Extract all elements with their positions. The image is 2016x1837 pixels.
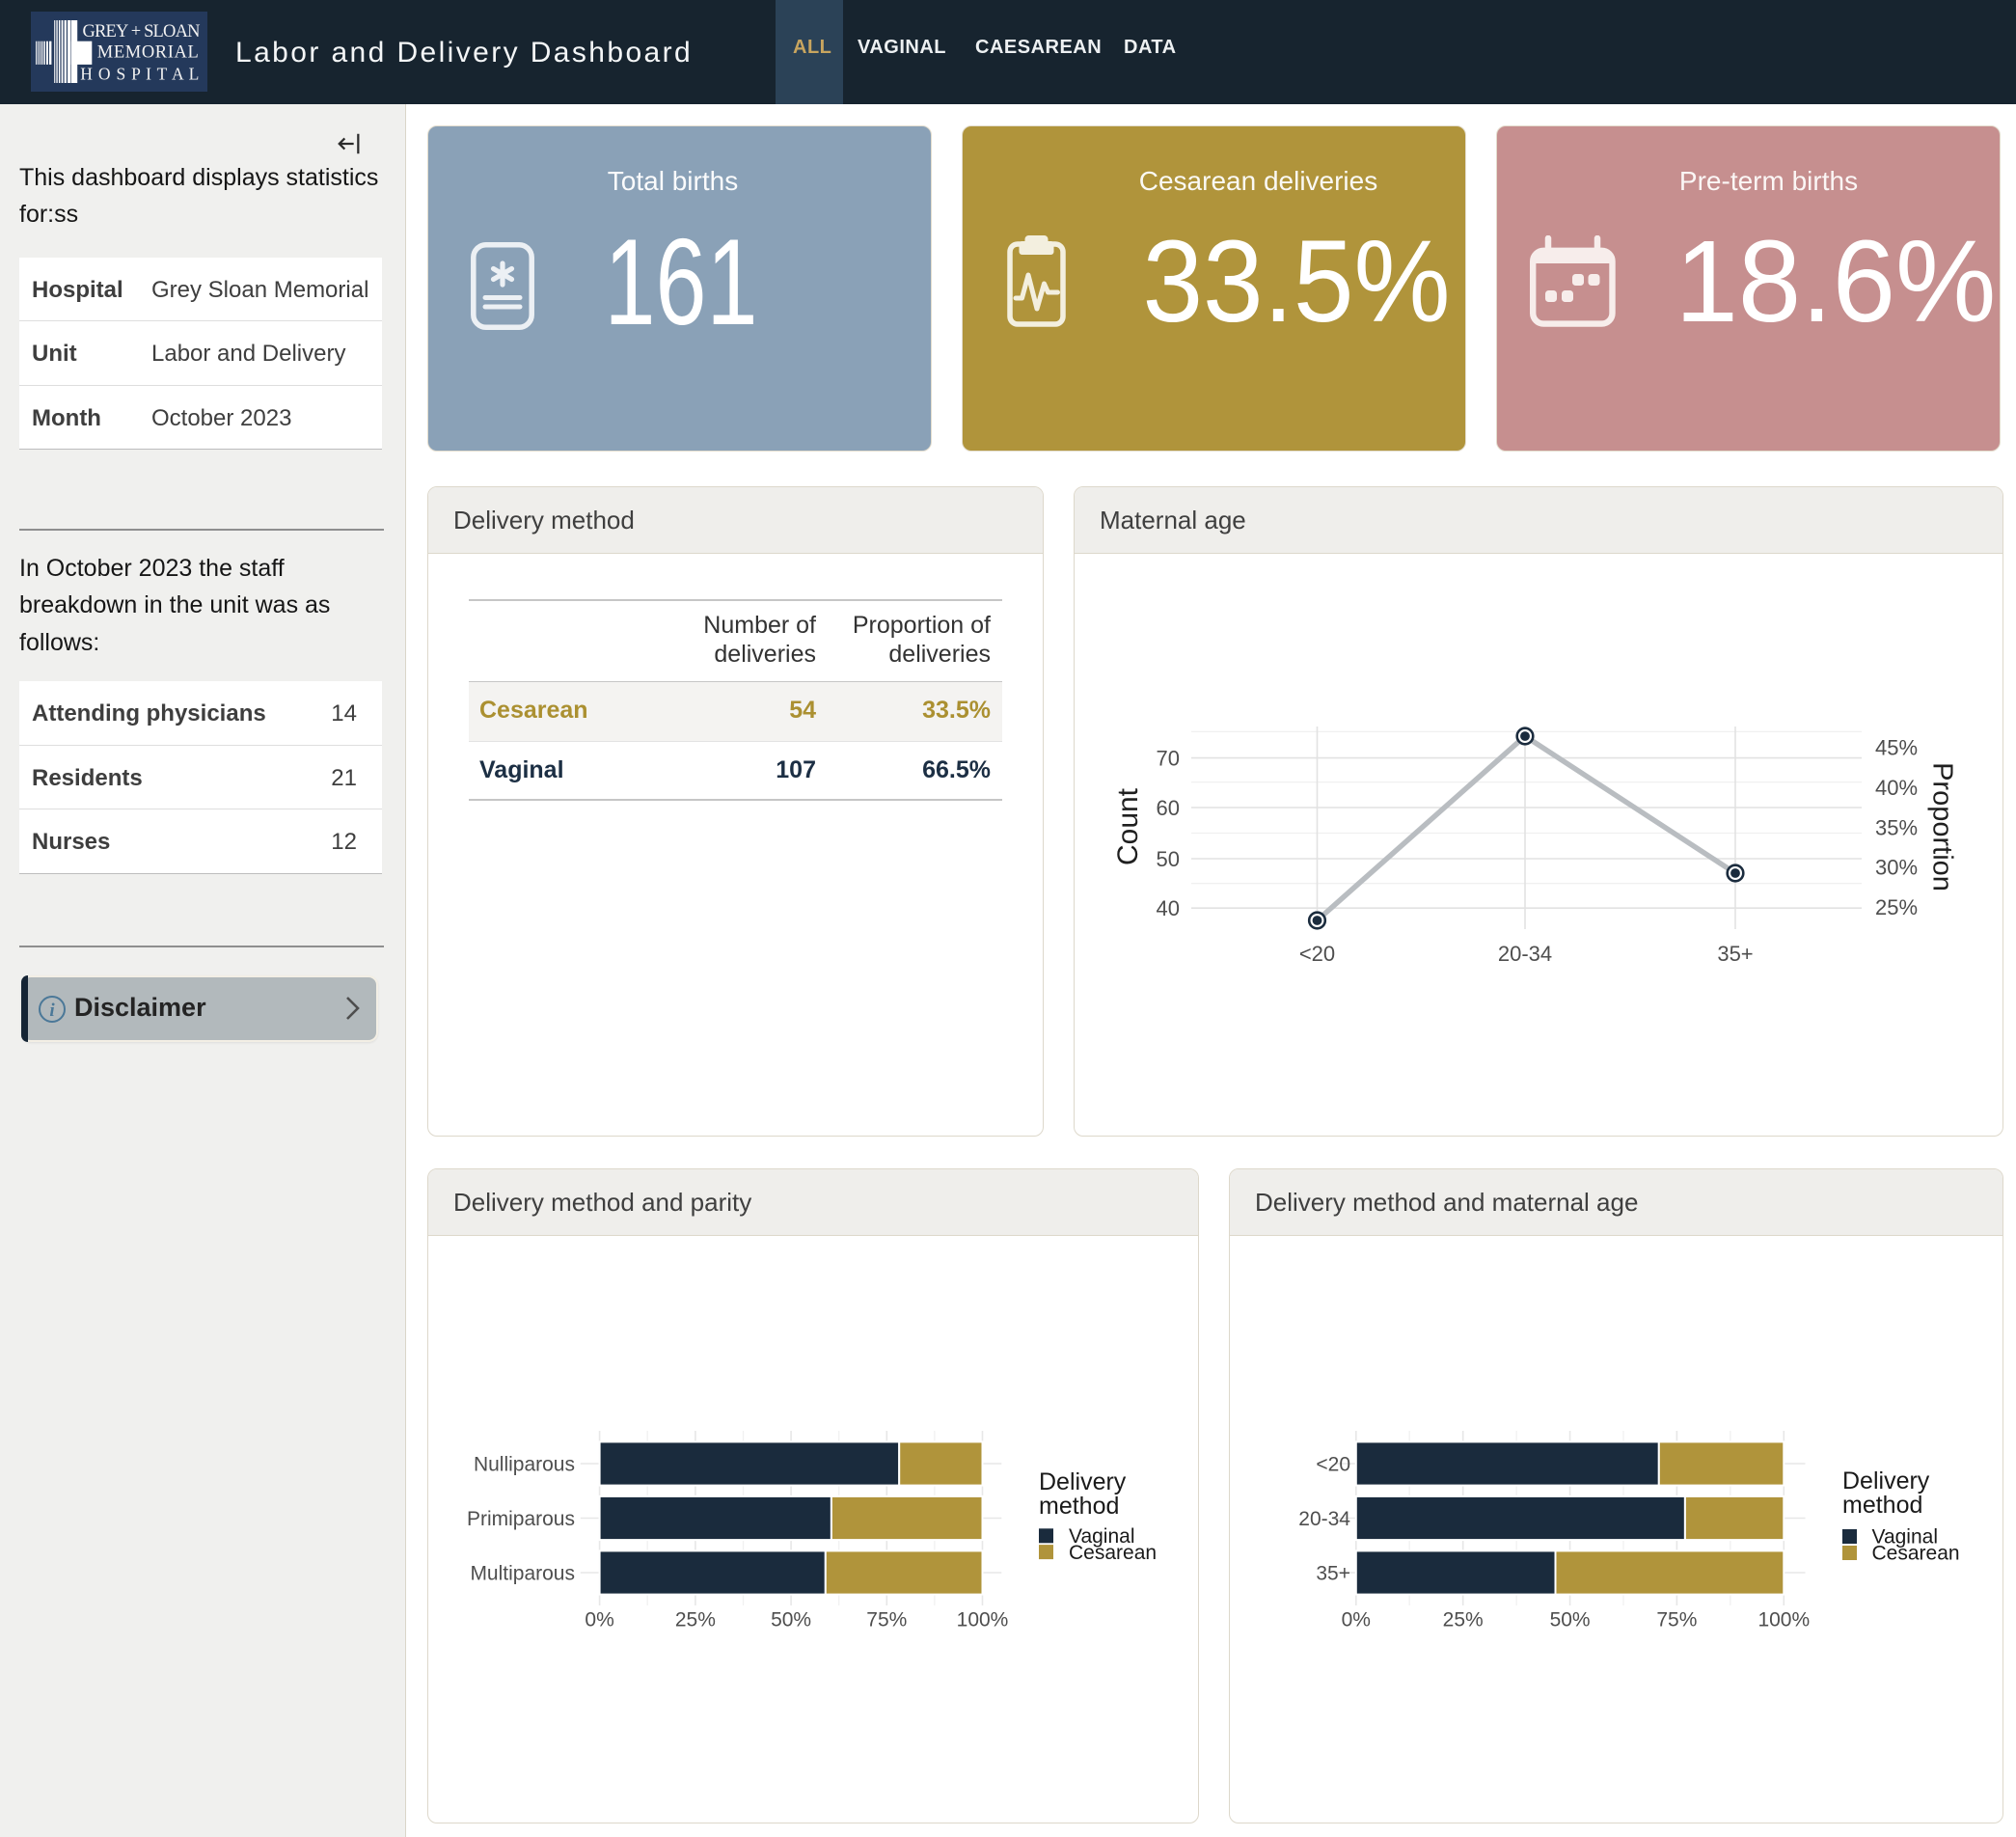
svg-text:Cesarean: Cesarean bbox=[1872, 1543, 1960, 1565]
svg-text:<20: <20 bbox=[1299, 942, 1335, 966]
svg-text:40: 40 bbox=[1157, 896, 1180, 920]
svg-text:i: i bbox=[49, 1001, 55, 1021]
svg-text:35+: 35+ bbox=[1717, 942, 1753, 966]
svg-text:75%: 75% bbox=[1656, 1609, 1697, 1631]
svg-text:30%: 30% bbox=[1875, 856, 1918, 880]
svg-text:50%: 50% bbox=[1550, 1609, 1591, 1631]
svg-text:0%: 0% bbox=[585, 1609, 613, 1631]
svg-text:Multiparous: Multiparous bbox=[470, 1563, 575, 1585]
svg-text:50%: 50% bbox=[771, 1609, 811, 1631]
svg-text:40%: 40% bbox=[1875, 776, 1918, 800]
svg-text:45%: 45% bbox=[1875, 736, 1918, 760]
svg-text:25%: 25% bbox=[1875, 895, 1918, 919]
svg-text:Delivery: Delivery bbox=[1842, 1467, 1930, 1494]
svg-text:35%: 35% bbox=[1875, 815, 1918, 839]
svg-text:75%: 75% bbox=[866, 1609, 907, 1631]
svg-text:100%: 100% bbox=[957, 1609, 1009, 1631]
svg-text:method: method bbox=[1842, 1492, 1922, 1519]
svg-text:50: 50 bbox=[1157, 847, 1180, 871]
svg-text:Count: Count bbox=[1112, 787, 1144, 865]
svg-text:Proportion: Proportion bbox=[1926, 762, 1957, 891]
svg-text:100%: 100% bbox=[1757, 1609, 1810, 1631]
svg-text:Cesarean: Cesarean bbox=[1069, 1542, 1157, 1564]
svg-text:25%: 25% bbox=[1443, 1609, 1484, 1631]
svg-text:25%: 25% bbox=[675, 1609, 716, 1631]
svg-text:35+: 35+ bbox=[1316, 1563, 1350, 1585]
svg-text:Delivery: Delivery bbox=[1039, 1468, 1127, 1495]
svg-text:60: 60 bbox=[1157, 796, 1180, 820]
svg-text:20-34: 20-34 bbox=[1498, 942, 1552, 966]
svg-text:Nulliparous: Nulliparous bbox=[474, 1454, 575, 1476]
svg-text:Primiparous: Primiparous bbox=[467, 1508, 575, 1530]
svg-text:H O S P I T A L: H O S P I T A L bbox=[80, 64, 199, 83]
svg-text:0%: 0% bbox=[1342, 1609, 1371, 1631]
svg-text:20-34: 20-34 bbox=[1298, 1508, 1350, 1530]
svg-text:<20: <20 bbox=[1316, 1454, 1350, 1476]
svg-text:method: method bbox=[1039, 1493, 1119, 1520]
svg-text:70: 70 bbox=[1157, 747, 1180, 771]
